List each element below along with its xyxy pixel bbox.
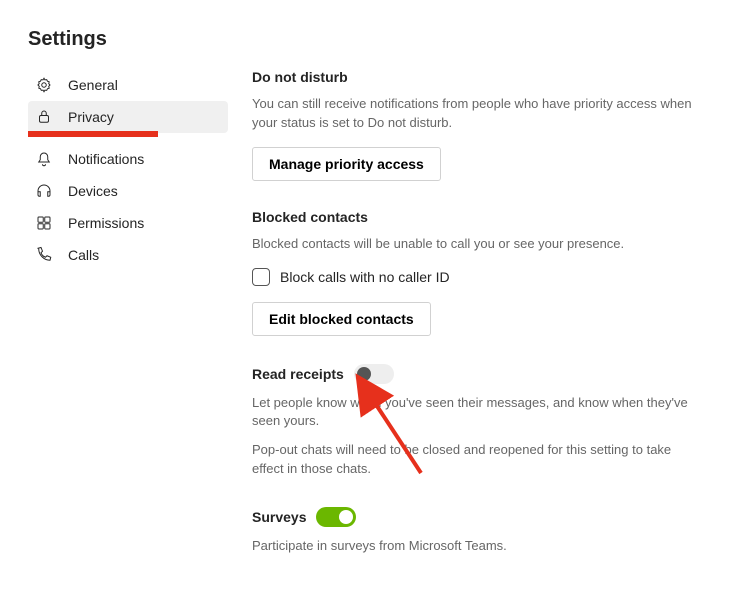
sidebar-item-label: Calls — [68, 247, 99, 263]
sidebar-item-general[interactable]: General — [28, 69, 228, 101]
section-heading: Surveys — [252, 509, 306, 525]
settings-content: Do not disturb You can still receive not… — [228, 69, 719, 566]
section-read-receipts: Read receipts Let people know when you'v… — [252, 364, 711, 479]
manage-priority-access-button[interactable]: Manage priority access — [252, 147, 441, 181]
sidebar-item-label: Permissions — [68, 215, 144, 231]
sidebar-item-label: Privacy — [68, 109, 114, 125]
highlight-underline — [28, 131, 158, 137]
edit-blocked-contacts-button[interactable]: Edit blocked contacts — [252, 302, 431, 336]
surveys-toggle[interactable] — [316, 507, 356, 527]
headset-icon — [34, 181, 54, 201]
section-heading: Blocked contacts — [252, 209, 711, 225]
sidebar-item-label: Notifications — [68, 151, 144, 167]
sidebar-item-permissions[interactable]: Permissions — [28, 207, 228, 239]
apps-icon — [34, 213, 54, 233]
section-do-not-disturb: Do not disturb You can still receive not… — [252, 69, 711, 181]
section-description-secondary: Pop-out chats will need to be closed and… — [252, 441, 692, 479]
section-heading: Read receipts — [252, 366, 344, 382]
checkbox-icon — [252, 268, 270, 286]
bell-icon — [34, 149, 54, 169]
section-heading: Do not disturb — [252, 69, 711, 85]
checkbox-label: Block calls with no caller ID — [280, 269, 450, 285]
read-receipts-toggle[interactable] — [354, 364, 394, 384]
lock-icon — [34, 107, 54, 127]
page-title: Settings — [28, 28, 719, 51]
section-surveys: Surveys Participate in surveys from Micr… — [252, 507, 711, 556]
section-description: Participate in surveys from Microsoft Te… — [252, 537, 692, 556]
sidebar-item-label: Devices — [68, 183, 118, 199]
section-description: You can still receive notifications from… — [252, 95, 692, 133]
gear-icon — [34, 75, 54, 95]
phone-icon — [34, 245, 54, 265]
block-no-caller-id-checkbox[interactable]: Block calls with no caller ID — [252, 268, 711, 286]
settings-sidebar: General Privacy Notifications Device — [28, 69, 228, 566]
sidebar-item-privacy[interactable]: Privacy — [28, 101, 228, 133]
sidebar-item-calls[interactable]: Calls — [28, 239, 228, 271]
sidebar-item-notifications[interactable]: Notifications — [28, 143, 228, 175]
section-description: Let people know when you've seen their m… — [252, 394, 692, 432]
section-blocked-contacts: Blocked contacts Blocked contacts will b… — [252, 209, 711, 336]
sidebar-item-label: General — [68, 77, 118, 93]
sidebar-item-devices[interactable]: Devices — [28, 175, 228, 207]
section-description: Blocked contacts will be unable to call … — [252, 235, 692, 254]
